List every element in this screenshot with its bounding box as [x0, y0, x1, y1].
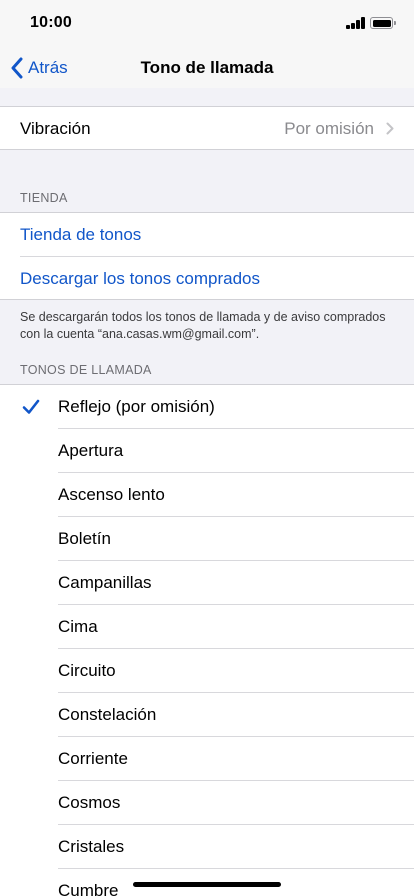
- ringtone-label: Apertura: [58, 441, 124, 460]
- page-title: Tono de llamada: [140, 58, 274, 77]
- chevron-right-icon: [386, 122, 394, 135]
- status-time: 10:00: [30, 14, 72, 31]
- ringtone-label: Campanillas: [58, 573, 152, 592]
- ringtone-row[interactable]: Ascenso lento: [0, 473, 414, 517]
- signal-icon: [346, 17, 365, 29]
- ringtone-row[interactable]: Apertura: [0, 429, 414, 473]
- divider: [20, 256, 414, 257]
- ringtone-label: Corriente: [58, 749, 128, 768]
- ringtone-label: Ascenso lento: [58, 485, 165, 504]
- vibration-row[interactable]: Vibración Por omisión: [0, 106, 414, 150]
- ringtone-row[interactable]: Boletín: [0, 517, 414, 561]
- ringtone-row[interactable]: Constelación: [0, 693, 414, 737]
- ringtone-row[interactable]: Cosmos: [0, 781, 414, 825]
- ringtone-row[interactable]: Campanillas: [0, 561, 414, 605]
- ringtone-label: Reflejo (por omisión): [58, 397, 215, 416]
- ringtone-row[interactable]: Cima: [0, 605, 414, 649]
- navigation-bar: Atrás Tono de llamada: [0, 48, 414, 88]
- ringtone-store-link[interactable]: Tienda de tonos: [20, 225, 141, 245]
- ringtone-row[interactable]: Cristales: [0, 825, 414, 869]
- battery-icon: [370, 17, 396, 29]
- ringtone-label: Constelación: [58, 705, 157, 724]
- vibration-label: Vibración: [20, 119, 91, 138]
- ringtones-section-header: TONOS DE LLAMADA: [20, 363, 152, 377]
- status-bar: 10:00: [0, 0, 414, 48]
- download-purchased-tones-link[interactable]: Descargar los tonos comprados: [20, 269, 260, 289]
- ringtone-row[interactable]: Corriente: [0, 737, 414, 781]
- store-section-header: TIENDA: [20, 191, 68, 205]
- ringtones-list: Reflejo (por omisión) Apertura Ascenso l…: [0, 384, 414, 896]
- home-indicator[interactable]: [133, 882, 281, 887]
- ringtone-label: Cristales: [58, 837, 125, 856]
- ringtone-label: Cosmos: [58, 793, 121, 812]
- ringtone-row[interactable]: Reflejo (por omisión): [0, 385, 414, 429]
- checkmark-icon: [22, 399, 40, 414]
- ringtone-label: Circuito: [58, 661, 116, 680]
- ringtone-label: Boletín: [58, 529, 111, 548]
- ringtone-label: Cima: [58, 617, 98, 636]
- ringtone-row[interactable]: Circuito: [0, 649, 414, 693]
- store-footer-text: Se descargarán todos los tonos de llamad…: [20, 310, 386, 341]
- vibration-value: Por omisión: [284, 119, 374, 138]
- ringtone-label: Cumbre: [58, 881, 119, 896]
- store-group: Tienda de tonos Descargar los tonos comp…: [0, 212, 414, 300]
